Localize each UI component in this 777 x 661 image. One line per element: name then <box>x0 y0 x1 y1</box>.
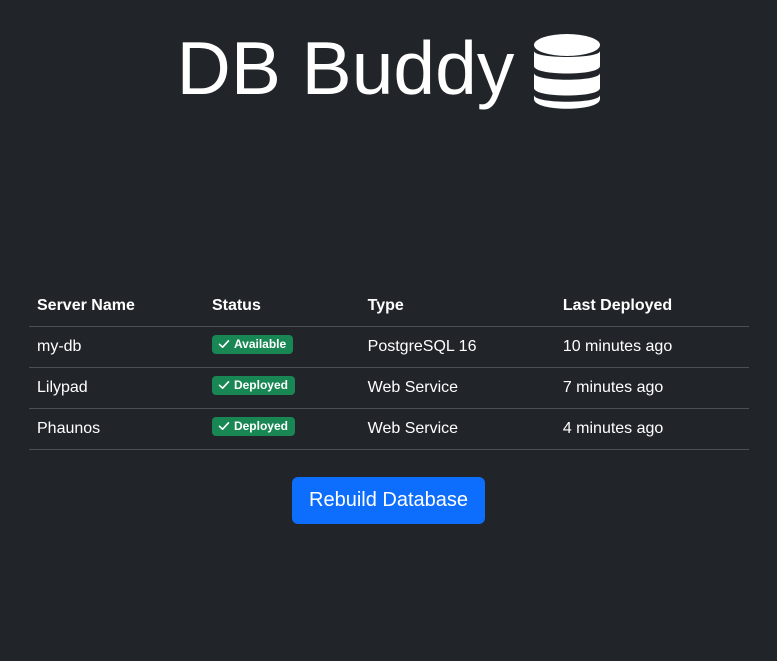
check-icon <box>218 420 230 432</box>
actions-row: Rebuild Database <box>0 477 777 524</box>
type-cell: Web Service <box>359 408 555 450</box>
status-badge-label: Deployed <box>233 378 288 392</box>
table-header-row: Server Name Status Type Last Deployed <box>29 286 749 327</box>
status-cell: Available <box>203 326 360 368</box>
check-icon <box>218 379 230 391</box>
table-row: my-db Available PostgreSQL 16 10 minutes… <box>29 326 749 368</box>
check-icon <box>218 338 230 350</box>
server-name-cell: Phaunos <box>29 408 204 450</box>
status-badge-label: Deployed <box>233 419 288 433</box>
servers-table: Server Name Status Type Last Deployed my… <box>29 286 749 450</box>
last-deployed-cell: 7 minutes ago <box>554 367 749 409</box>
type-cell: Web Service <box>359 367 555 409</box>
header: DB Buddy <box>0 25 777 110</box>
status-cell: Deployed <box>203 408 360 450</box>
last-deployed-cell: 10 minutes ago <box>554 326 749 368</box>
status-badge: Available <box>211 335 294 354</box>
rebuild-database-button[interactable]: Rebuild Database <box>292 477 485 524</box>
type-cell: PostgreSQL 16 <box>359 326 555 368</box>
column-header-last-deployed: Last Deployed <box>554 286 749 327</box>
page-title: DB Buddy <box>176 25 515 110</box>
status-badge: Deployed <box>211 376 295 395</box>
status-badge: Deployed <box>211 417 295 436</box>
server-name-cell: my-db <box>29 326 204 368</box>
server-name-cell: Lilypad <box>29 367 204 409</box>
column-header-type: Type <box>359 286 555 327</box>
status-cell: Deployed <box>203 367 360 409</box>
page: DB Buddy Server Name Status Type Last De… <box>0 0 777 661</box>
column-header-status: Status <box>203 286 360 327</box>
database-icon <box>534 33 601 109</box>
column-header-server-name: Server Name <box>29 286 204 327</box>
table-row: Lilypad Deployed Web Service 7 minutes a… <box>29 367 749 409</box>
table-row: Phaunos Deployed Web Service 4 minutes a… <box>29 408 749 450</box>
status-badge-label: Available <box>233 337 287 351</box>
last-deployed-cell: 4 minutes ago <box>554 408 749 450</box>
